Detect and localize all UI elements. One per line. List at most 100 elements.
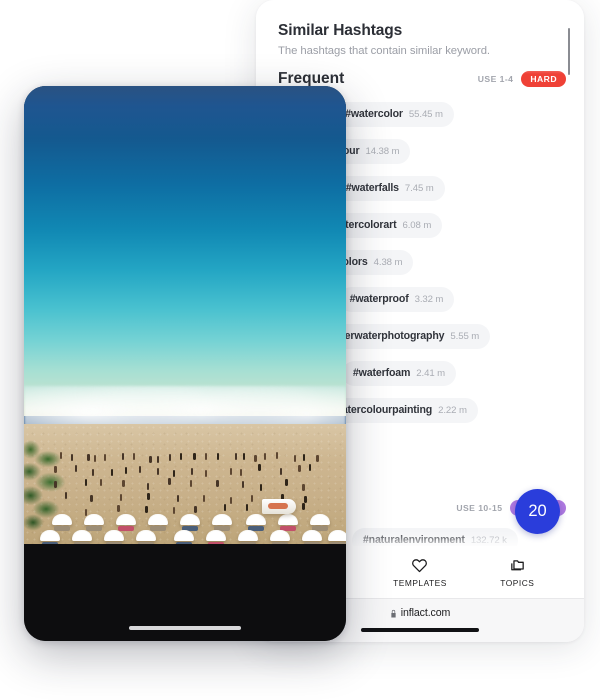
card-header: Similar Hashtags The hashtags that conta… — [256, 0, 584, 63]
heart-icon — [411, 557, 428, 574]
beach-person — [302, 453, 306, 461]
beach-person — [229, 496, 233, 504]
beach-umbrella — [72, 530, 92, 541]
hashtag-count: 7.45 m — [404, 183, 434, 194]
hashtag-pill[interactable]: #watercolor 55.45 m — [334, 102, 454, 127]
hashtag-count: 3.32 m — [414, 294, 444, 305]
beach-person — [216, 480, 219, 488]
beach-lounger — [54, 526, 70, 531]
beach-person — [149, 455, 152, 463]
beach-umbrella — [174, 530, 194, 541]
url-text: inflact.com — [400, 607, 451, 619]
beach-person — [302, 483, 305, 491]
beach-person — [308, 464, 311, 472]
beach-person — [194, 505, 197, 513]
beach-person — [229, 467, 233, 475]
beach-umbrella — [206, 530, 226, 541]
hashtag-pill[interactable]: #waterproof 3.32 m — [338, 287, 455, 312]
beach-person — [74, 464, 77, 472]
beach-person — [285, 479, 288, 487]
beach-umbrella — [40, 530, 60, 541]
beach-umbrella — [238, 530, 258, 541]
photo-picker-panel: Cancel Actual Size (2,1 MB) Choose — [24, 86, 346, 641]
nav-label-templates: TEMPLATES — [393, 577, 447, 588]
page-subtitle: The hashtags that contain similar keywor… — [278, 45, 491, 57]
beach-person — [156, 455, 159, 463]
beach-person — [103, 453, 107, 461]
beach-umbrella — [148, 514, 168, 525]
hashtag-count: 6.08 m — [402, 220, 432, 231]
hashtag-count: 2.41 m — [416, 368, 446, 379]
beach-person — [245, 504, 249, 512]
difficulty-badge-hard: HARD — [521, 71, 566, 87]
beach-person — [99, 479, 102, 487]
hashtag-count: 14.38 m — [365, 146, 400, 157]
beach-person — [145, 506, 148, 513]
beach-umbrella — [104, 530, 124, 541]
beach-person — [90, 494, 93, 502]
beach-umbrella — [180, 514, 200, 525]
phone-home-indicator — [129, 625, 241, 630]
hashtag-pill[interactable]: #waterfoam 2.41 m — [341, 361, 457, 386]
beach-person — [156, 468, 160, 476]
beach-umbrella — [136, 530, 156, 541]
beach-boat — [262, 499, 296, 514]
beach-person — [172, 469, 175, 477]
hashtag-name: #waterfoam — [352, 367, 411, 379]
hashtag-count: 4.38 m — [373, 257, 403, 268]
beach-person — [275, 452, 279, 460]
beach-person — [204, 452, 207, 460]
beach-umbrella — [328, 530, 346, 541]
hashtag-name: #waterfalls — [345, 182, 399, 194]
beach-umbrella — [310, 514, 330, 525]
ocean-layer — [24, 86, 346, 416]
beach-person — [168, 477, 171, 485]
hashtag-name: #watercolor — [345, 108, 403, 120]
beach-person — [254, 455, 257, 463]
beach-person — [258, 464, 261, 472]
beach-umbrella — [270, 530, 290, 541]
beach-person — [239, 468, 243, 476]
use-count-label: USE 1-4 — [477, 74, 514, 84]
beach-umbrella — [278, 514, 298, 525]
beach-person — [59, 452, 62, 460]
beach-person — [119, 494, 123, 502]
beach-umbrella — [84, 514, 104, 525]
beach-person — [54, 465, 57, 473]
section-meta: USE 1-4 HARD — [478, 71, 566, 87]
beach-umbrella — [116, 514, 136, 525]
use-count-label-second: USE 10-15 — [456, 503, 503, 513]
lock-icon — [390, 609, 397, 618]
beach-person — [54, 481, 57, 489]
beach-person — [298, 465, 301, 473]
nav-item-templates[interactable]: TEMPLATES — [383, 557, 457, 588]
beach-person — [122, 479, 125, 487]
beach-person — [316, 455, 319, 463]
beach-umbrella — [302, 530, 322, 541]
hashtag-pill[interactable]: #waterfalls 7.45 m — [334, 176, 445, 201]
folder-icon — [509, 557, 526, 574]
beach-lounger — [118, 526, 134, 531]
beach-person — [172, 507, 176, 515]
beach-person — [91, 469, 95, 477]
nav-item-topics[interactable]: TOPICS — [480, 557, 554, 588]
beach-person — [124, 467, 128, 475]
hashtag-count: 2.22 m — [438, 405, 467, 416]
beach-person — [147, 493, 150, 501]
beach-person — [259, 484, 263, 491]
beach-umbrella — [246, 514, 266, 525]
url-bar[interactable]: inflact.com — [390, 607, 451, 619]
beach-person — [168, 454, 172, 462]
beach-person — [132, 452, 135, 460]
beach-person — [93, 455, 97, 463]
beach-person — [87, 454, 90, 462]
beach-umbrella — [212, 514, 232, 525]
aerial-beach-photo — [24, 86, 346, 544]
beach-person — [117, 505, 120, 513]
beach-lounger — [86, 526, 102, 531]
nav-label-topics: TOPICS — [500, 577, 535, 588]
beach-person — [64, 491, 68, 499]
hashtag-count: 5.55 m — [450, 331, 480, 342]
browser-home-indicator — [361, 628, 479, 632]
vertical-scrollbar[interactable] — [567, 28, 570, 75]
